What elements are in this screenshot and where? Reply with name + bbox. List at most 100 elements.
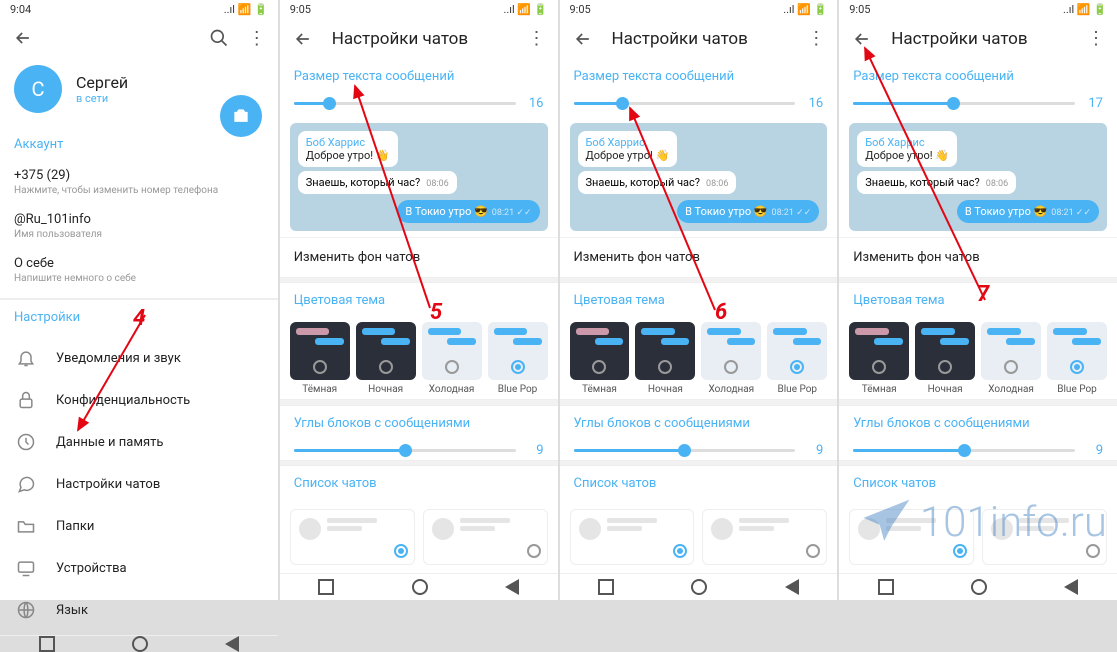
more-icon[interactable]: ⋮ — [248, 28, 266, 49]
menu-folders[interactable]: Папки — [0, 505, 278, 547]
phone-row[interactable]: +375 (29) Нажмите, чтобы изменить номер … — [14, 160, 264, 204]
theme-option[interactable]: Blue Pop — [767, 322, 827, 395]
topbar: ⋮ — [0, 19, 278, 57]
corners-slider[interactable] — [294, 449, 516, 452]
theme-picker: ТёмнаяНочная Холодная Blue Pop — [839, 318, 1117, 399]
theme-label: Холодная — [981, 384, 1041, 395]
camera-button[interactable] — [220, 95, 262, 137]
chat-preview: Боб ХаррисДоброе утро! 👋 Знаешь, который… — [849, 123, 1107, 231]
radio-icon — [313, 360, 327, 374]
back-icon[interactable] — [292, 28, 314, 50]
chatlist-option[interactable] — [570, 509, 695, 565]
text-size-slider[interactable] — [853, 102, 1075, 105]
nav-recents[interactable] — [39, 636, 55, 652]
menu-chat-settings[interactable]: Настройки чатов — [0, 463, 278, 505]
theme-option[interactable]: Тёмная — [849, 322, 909, 395]
theme-option[interactable]: Blue Pop — [488, 322, 548, 395]
more-icon[interactable]: ⋮ — [528, 28, 546, 49]
radio-icon — [673, 544, 687, 558]
menu-notifications[interactable]: Уведомления и звук — [0, 337, 278, 379]
corners-title: Углы блоков с сообщениями — [853, 416, 1103, 431]
back-icon[interactable] — [12, 27, 34, 49]
corners-slider-row: 9 — [280, 441, 558, 460]
avatar[interactable]: С — [14, 65, 62, 113]
topbar: Настройки чатов ⋮ — [560, 19, 838, 59]
text-size-value: 17 — [1085, 96, 1103, 111]
chatlist-option[interactable] — [849, 509, 974, 565]
back-icon[interactable] — [572, 28, 594, 50]
more-icon[interactable]: ⋮ — [807, 28, 825, 49]
username-value: @Ru_101info — [14, 212, 264, 227]
corners-slider-row: 9 — [839, 441, 1117, 460]
text-size-slider[interactable] — [294, 102, 516, 105]
bell-icon — [16, 348, 36, 368]
nav-back[interactable] — [505, 579, 519, 595]
chatlist-title: Список чатов — [853, 476, 1103, 491]
radio-icon — [806, 544, 820, 558]
msg-out: В Токио утро 😎08:21 ✓✓ — [677, 200, 819, 223]
search-icon[interactable] — [208, 27, 230, 49]
statusbar: 9:04 ..ıl 📶 🔋 — [0, 0, 278, 19]
bio-row[interactable]: О себе Напишите немного о себе — [14, 248, 264, 292]
radio-icon — [592, 360, 606, 374]
msg-out: В Токио утро 😎08:21 ✓✓ — [957, 200, 1099, 223]
radio-icon — [379, 360, 393, 374]
back-icon[interactable] — [851, 28, 873, 50]
chatlist-option[interactable] — [982, 509, 1107, 565]
topbar: Настройки чатов ⋮ — [280, 19, 558, 59]
chatlist-option[interactable] — [290, 509, 415, 565]
msg-in: Боб ХаррисДоброе утро! 👋 — [298, 131, 398, 167]
screen-chat-settings: 9:05..ıl 📶 🔋 Настройки чатов ⋮ Размер те… — [560, 0, 838, 600]
theme-option[interactable]: Холодная — [422, 322, 482, 395]
change-bg-row[interactable]: Изменить фон чатов — [280, 237, 558, 277]
nav-back[interactable] — [225, 636, 239, 652]
text-size-label: Размер текста сообщений — [574, 69, 824, 84]
android-navbar — [839, 573, 1117, 600]
menu-language[interactable]: Язык — [0, 589, 278, 631]
nav-recents[interactable] — [318, 579, 334, 595]
theme-option[interactable]: Тёмная — [290, 322, 350, 395]
screen-chat-settings: 9:05..ıl 📶 🔋 Настройки чатов ⋮ Размер те… — [280, 0, 558, 600]
radio-icon — [511, 360, 525, 374]
lock-icon — [16, 390, 36, 410]
chatlist-title: Список чатов — [294, 476, 544, 491]
radio-icon — [790, 360, 804, 374]
msg-in: Боб ХаррисДоброе утро! 👋 — [578, 131, 678, 167]
chatlist-option[interactable] — [423, 509, 548, 565]
change-bg-row[interactable]: Изменить фон чатов — [560, 237, 838, 277]
radio-icon — [724, 360, 738, 374]
change-bg-row[interactable]: Изменить фон чатов — [839, 237, 1117, 277]
nav-recents[interactable] — [598, 579, 614, 595]
nav-back[interactable] — [785, 579, 799, 595]
nav-home[interactable] — [412, 579, 428, 595]
menu-privacy[interactable]: Конфиденциальность — [0, 379, 278, 421]
username-row[interactable]: @Ru_101info Имя пользователя — [14, 204, 264, 248]
theme-option[interactable]: Ночная — [915, 322, 975, 395]
theme-option[interactable]: Ночная — [635, 322, 695, 395]
nav-recents[interactable] — [878, 579, 894, 595]
statusbar: 9:05..ıl 📶 🔋 — [280, 0, 558, 19]
theme-option[interactable]: Ночная — [356, 322, 416, 395]
theme-option[interactable]: Холодная — [701, 322, 761, 395]
device-icon — [16, 558, 36, 578]
nav-home[interactable] — [971, 579, 987, 595]
nav-home[interactable] — [132, 636, 148, 652]
nav-home[interactable] — [691, 579, 707, 595]
theme-option[interactable]: Холодная — [981, 322, 1041, 395]
radio-icon — [938, 360, 952, 374]
theme-option[interactable]: Blue Pop — [1047, 322, 1107, 395]
chatlist-option[interactable] — [702, 509, 827, 565]
nav-back[interactable] — [1064, 579, 1078, 595]
topbar: Настройки чатов ⋮ — [839, 19, 1117, 59]
theme-label: Холодная — [422, 384, 482, 395]
more-icon[interactable]: ⋮ — [1087, 28, 1105, 49]
text-size-slider[interactable] — [574, 102, 796, 105]
chatlist-preview — [280, 501, 558, 573]
menu-data[interactable]: Данные и память — [0, 421, 278, 463]
corners-slider[interactable] — [853, 449, 1075, 452]
text-size-slider-row: 17 — [839, 94, 1117, 113]
theme-option[interactable]: Тёмная — [570, 322, 630, 395]
profile-status: в сети — [76, 92, 128, 105]
corners-slider[interactable] — [574, 449, 796, 452]
menu-devices[interactable]: Устройства — [0, 547, 278, 589]
